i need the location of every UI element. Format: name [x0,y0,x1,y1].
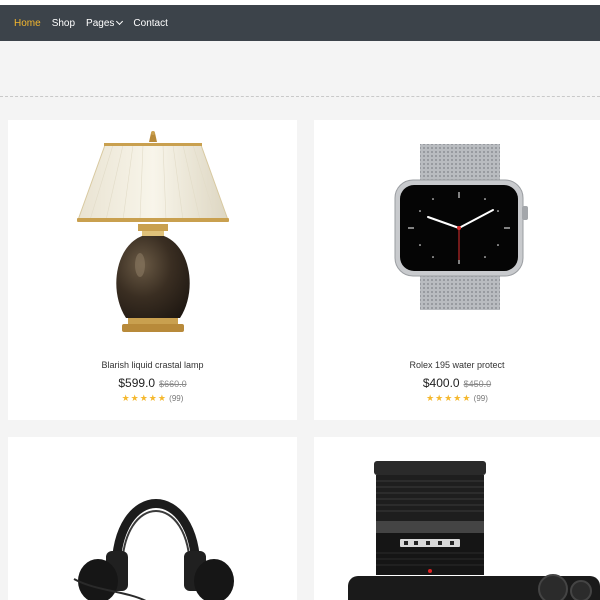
star-rating-icon: ★★★★★ [426,393,472,403]
review-count: (99) [473,394,488,403]
smartwatch-image [394,144,528,310]
product-price: $400.0 $450.0 [314,376,600,390]
product-card-camera[interactable] [314,437,600,600]
current-price: $400.0 [422,376,460,390]
nav-contact[interactable]: Contact [133,18,167,29]
nav-shop[interactable]: Shop [52,18,75,29]
old-price: $450.0 [463,379,492,389]
main-navigation: Home Shop Pages Contact [0,5,600,41]
product-name[interactable]: Rolex 195 water protect [314,360,600,370]
nav-pages[interactable]: Pages [86,17,124,29]
product-price: $599.0 $660.0 [8,376,297,390]
product-rating: ★★★★★ (99) [314,393,600,404]
old-price: $660.0 [159,379,187,389]
star-rating-icon: ★★★★★ [121,393,167,403]
chevron-down-icon [116,17,124,26]
review-count: (99) [169,394,184,403]
product-card-watch[interactable]: Rolex 195 water protect $400.0 $450.0 ★★★… [314,120,600,420]
nav-home[interactable]: Home [14,18,41,29]
section-divider [0,96,600,97]
current-price: $599.0 [118,376,156,390]
nav-pages-label: Pages [86,17,115,29]
camera-image [348,461,600,600]
product-name[interactable]: Blarish liquid crastal lamp [8,360,297,370]
product-card-headphones[interactable] [8,437,297,600]
table-lamp-image [77,131,229,332]
product-card-lamp[interactable]: Blarish liquid crastal lamp $599.0 $660.0… [8,120,297,420]
product-rating: ★★★★★ (99) [8,393,297,404]
headphones-image [73,499,234,600]
